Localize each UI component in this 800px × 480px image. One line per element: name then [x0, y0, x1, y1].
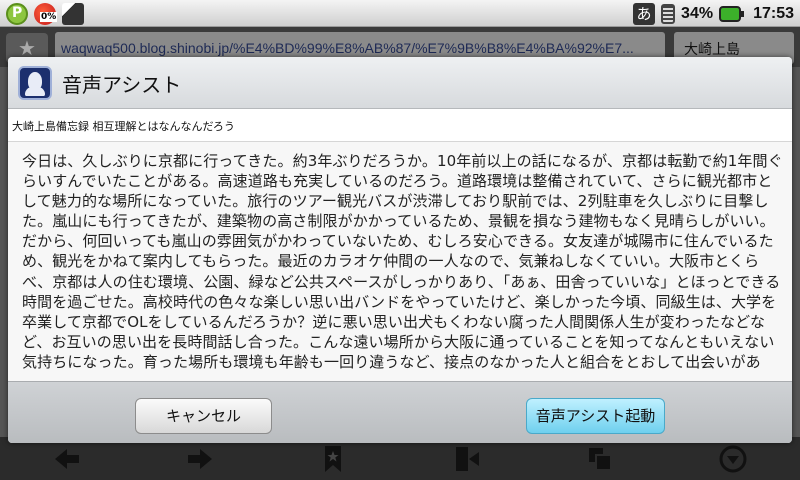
dialog-button-bar: キャンセル 音声アシスト起動 [8, 381, 792, 443]
cancel-button[interactable]: キャンセル [135, 398, 272, 434]
windows-icon[interactable] [580, 441, 620, 477]
voice-assist-dialog: 音声アシスト 大崎上島備忘録 相互理解とはなんなんだろう 今日は、久しぶりに京都… [8, 57, 792, 443]
notification-icons: 0% [6, 2, 84, 25]
battery-percent: 34% [681, 4, 714, 22]
status-bar: 0% あ 34% 17:53 [0, 0, 800, 27]
exit-icon[interactable] [447, 441, 487, 477]
forward-arrow-icon[interactable] [180, 441, 220, 477]
article-text: 今日は、久しぶりに京都に行ってきた。約3年ぶりだろうか。10年前以上の話になるが… [22, 152, 783, 371]
notification-badge: 0% [40, 11, 58, 22]
start-voice-assist-button[interactable]: 音声アシスト起動 [526, 398, 665, 434]
fire-app-icon[interactable]: 0% [34, 2, 58, 25]
lime-app-icon[interactable] [6, 2, 28, 25]
ime-icon: あ [633, 2, 656, 25]
voice-assist-icon [18, 66, 52, 100]
back-arrow-icon[interactable] [47, 441, 87, 477]
article-body[interactable]: 今日は、久しぶりに京都に行ってきた。約3年ぶりだろうか。10年前以上の話になるが… [8, 143, 792, 381]
bottom-toolbar [0, 437, 800, 480]
dialog-title: 音声アシスト [62, 73, 182, 97]
bookmark-icon[interactable] [313, 441, 353, 477]
dialog-header: 音声アシスト [8, 57, 792, 109]
clock: 17:53 [753, 4, 794, 22]
system-icons: あ 34% 17:53 [633, 2, 794, 25]
battery-icon [719, 5, 745, 22]
article-title-bar: 大崎上島備忘録 相互理解とはなんなんだろう [8, 109, 792, 142]
article-title: 大崎上島備忘録 相互理解とはなんなんだろう [12, 120, 235, 133]
signal-icon [661, 3, 676, 24]
wand-app-icon[interactable] [62, 2, 84, 25]
url-text: waqwaq500.blog.shinobi.jp/%E4%BD%99%E8%A… [61, 40, 634, 56]
menu-icon[interactable] [713, 441, 753, 477]
